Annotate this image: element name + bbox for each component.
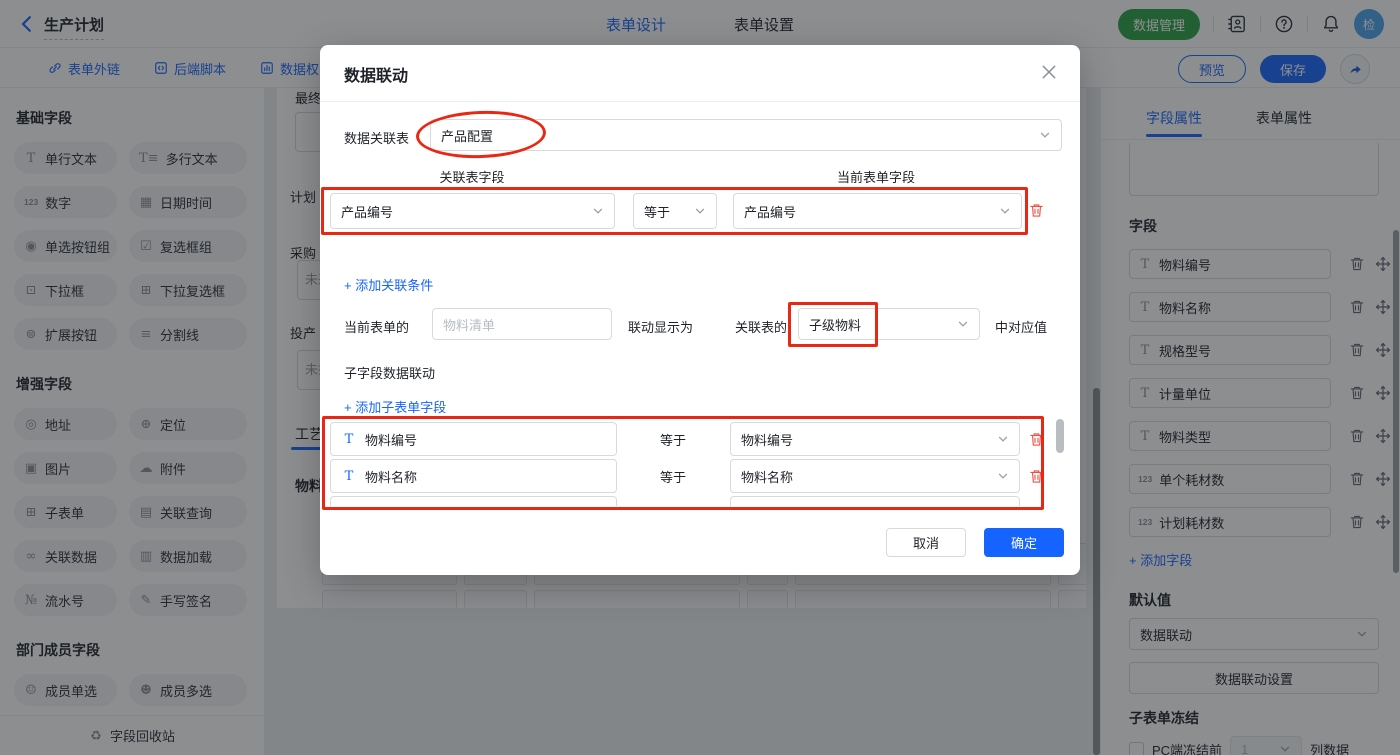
mapping-prefix-text: 当前表单的 — [344, 317, 409, 336]
subfield-operator-text: 等于 — [660, 430, 686, 449]
dialog-scrollbar-thumb[interactable] — [1056, 419, 1064, 453]
chevron-down-icon — [957, 318, 969, 330]
col-header-current-form-field: 当前表单字段 — [796, 167, 956, 186]
linked-table-select[interactable]: 产品配置 — [430, 119, 1062, 151]
subfield-row: T物料编号 等于 物料编号 — [330, 422, 1052, 456]
chevron-down-icon — [997, 433, 1009, 445]
cancel-button[interactable]: 取消 — [886, 528, 966, 557]
add-subfield-link[interactable]: + 添加子表单字段 — [344, 397, 446, 416]
text-field-icon: T — [342, 469, 356, 484]
subfield-operator-text: 等于 — [660, 467, 686, 486]
subfield-section-label: 子字段数据联动 — [344, 363, 435, 382]
subfield-left-box[interactable] — [330, 496, 617, 506]
mapping-suffix-text: 中对应值 — [995, 317, 1047, 336]
display-as-text: 联动显示为 — [628, 317, 693, 336]
delete-condition-icon[interactable] — [1029, 202, 1044, 219]
chevron-down-icon — [999, 205, 1011, 217]
subfield-left-box[interactable]: T物料编号 — [330, 422, 617, 456]
condition-right-field-select[interactable]: 产品编号 — [733, 193, 1022, 229]
chevron-down-icon — [1039, 129, 1051, 141]
condition-operator-select[interactable]: 等于 — [633, 193, 717, 229]
chevron-down-icon — [694, 205, 706, 217]
of-table-text: 关联表的 — [735, 317, 787, 336]
dialog-divider — [320, 101, 1080, 102]
delete-subfield-icon[interactable] — [1029, 468, 1044, 485]
text-field-icon: T — [342, 432, 356, 447]
chevron-down-icon — [592, 205, 604, 217]
confirm-button[interactable]: 确定 — [984, 528, 1064, 557]
chevron-down-icon — [997, 470, 1009, 482]
linked-table-label: 数据关联表 — [344, 128, 409, 147]
subfield-right-select[interactable]: 物料编号 — [730, 422, 1020, 456]
linked-table-field-select[interactable]: 子级物料 — [798, 308, 980, 340]
add-condition-link[interactable]: + 添加关联条件 — [344, 275, 433, 294]
delete-subfield-icon[interactable] — [1029, 431, 1044, 448]
col-header-linked-table-field: 关联表字段 — [392, 167, 552, 186]
close-icon[interactable] — [1040, 63, 1058, 81]
subfield-rows: T物料编号 等于 物料编号 T物料名称 等于 物料名称 — [330, 422, 1052, 506]
data-linkage-dialog: 数据联动 数据关联表 产品配置 关联表字段 当前表单字段 产品编号 等于 产品编… — [320, 45, 1080, 575]
subfield-row-clipped — [330, 496, 1052, 506]
current-form-field-input[interactable]: 物料清单 — [432, 308, 612, 340]
subfield-left-box[interactable]: T物料名称 — [330, 459, 617, 493]
subfield-right-select[interactable] — [730, 496, 1020, 506]
subfield-row: T物料名称 等于 物料名称 — [330, 459, 1052, 493]
subfield-right-select[interactable]: 物料名称 — [730, 459, 1020, 493]
condition-left-field-select[interactable]: 产品编号 — [330, 193, 615, 229]
dialog-title: 数据联动 — [344, 62, 408, 86]
